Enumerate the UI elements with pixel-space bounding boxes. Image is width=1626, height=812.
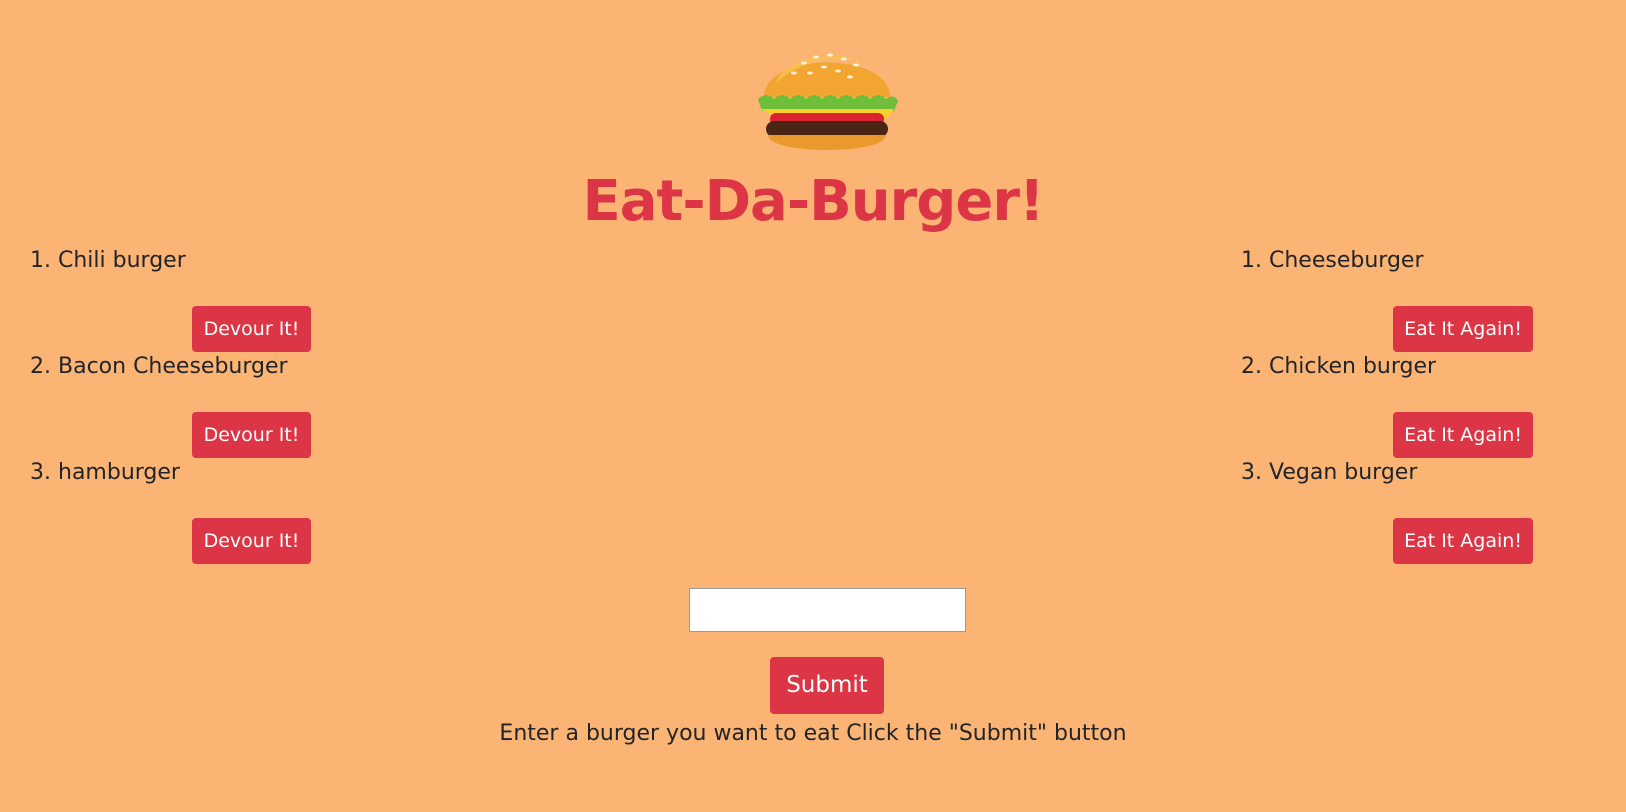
burger-label: 2. Chicken burger — [1241, 352, 1436, 382]
devour-button[interactable]: Devour It! — [192, 518, 311, 564]
submit-button[interactable]: Submit — [770, 657, 884, 714]
burger-label: 1. Cheeseburger — [1241, 246, 1423, 276]
burger-number: 1. — [1241, 248, 1262, 273]
instructions-text: Enter a burger you want to eat Click the… — [499, 721, 1127, 746]
burger-name-input[interactable] — [689, 588, 966, 632]
burger-label: 3. hamburger — [30, 458, 180, 488]
list-item: 2. Chicken burger Eat It Again! — [1241, 352, 1601, 458]
page-title: Eat-Da-Burger! — [582, 169, 1045, 234]
burger-name: Chili burger — [58, 248, 186, 273]
burger-name: Bacon Cheeseburger — [58, 354, 288, 379]
list-item: 1. Cheeseburger Eat It Again! — [1241, 246, 1601, 352]
burger-name: hamburger — [58, 460, 180, 485]
list-item: 1. Chili burger Devour It! — [30, 246, 350, 352]
burger-name: Chicken burger — [1269, 354, 1437, 379]
list-item: 3. Vegan burger Eat It Again! — [1241, 458, 1601, 564]
devour-button[interactable]: Devour It! — [192, 412, 311, 458]
burger-number: 2. — [30, 354, 51, 379]
burger-label: 1. Chili burger — [30, 246, 186, 276]
eat-again-button[interactable]: Eat It Again! — [1393, 518, 1533, 564]
burger-number: 3. — [1241, 460, 1262, 485]
devour-button[interactable]: Devour It! — [192, 306, 311, 352]
devoured-list: 1. Cheeseburger Eat It Again! 2. Chicken… — [1241, 246, 1601, 564]
eat-again-button[interactable]: Eat It Again! — [1393, 306, 1533, 352]
burger-number: 2. — [1241, 354, 1262, 379]
burger-name: Vegan burger — [1269, 460, 1418, 485]
hamburger-icon — [758, 53, 898, 150]
burger-number: 3. — [30, 460, 51, 485]
eat-again-button[interactable]: Eat It Again! — [1393, 412, 1533, 458]
burger-number: 1. — [30, 248, 51, 273]
burger-name: Cheeseburger — [1269, 248, 1424, 273]
not-devoured-list: 1. Chili burger Devour It! 2. Bacon Chee… — [30, 246, 350, 564]
list-item: 2. Bacon Cheeseburger Devour It! — [30, 352, 350, 458]
list-item: 3. hamburger Devour It! — [30, 458, 350, 564]
burger-label: 2. Bacon Cheeseburger — [30, 352, 288, 382]
burger-label: 3. Vegan burger — [1241, 458, 1417, 488]
